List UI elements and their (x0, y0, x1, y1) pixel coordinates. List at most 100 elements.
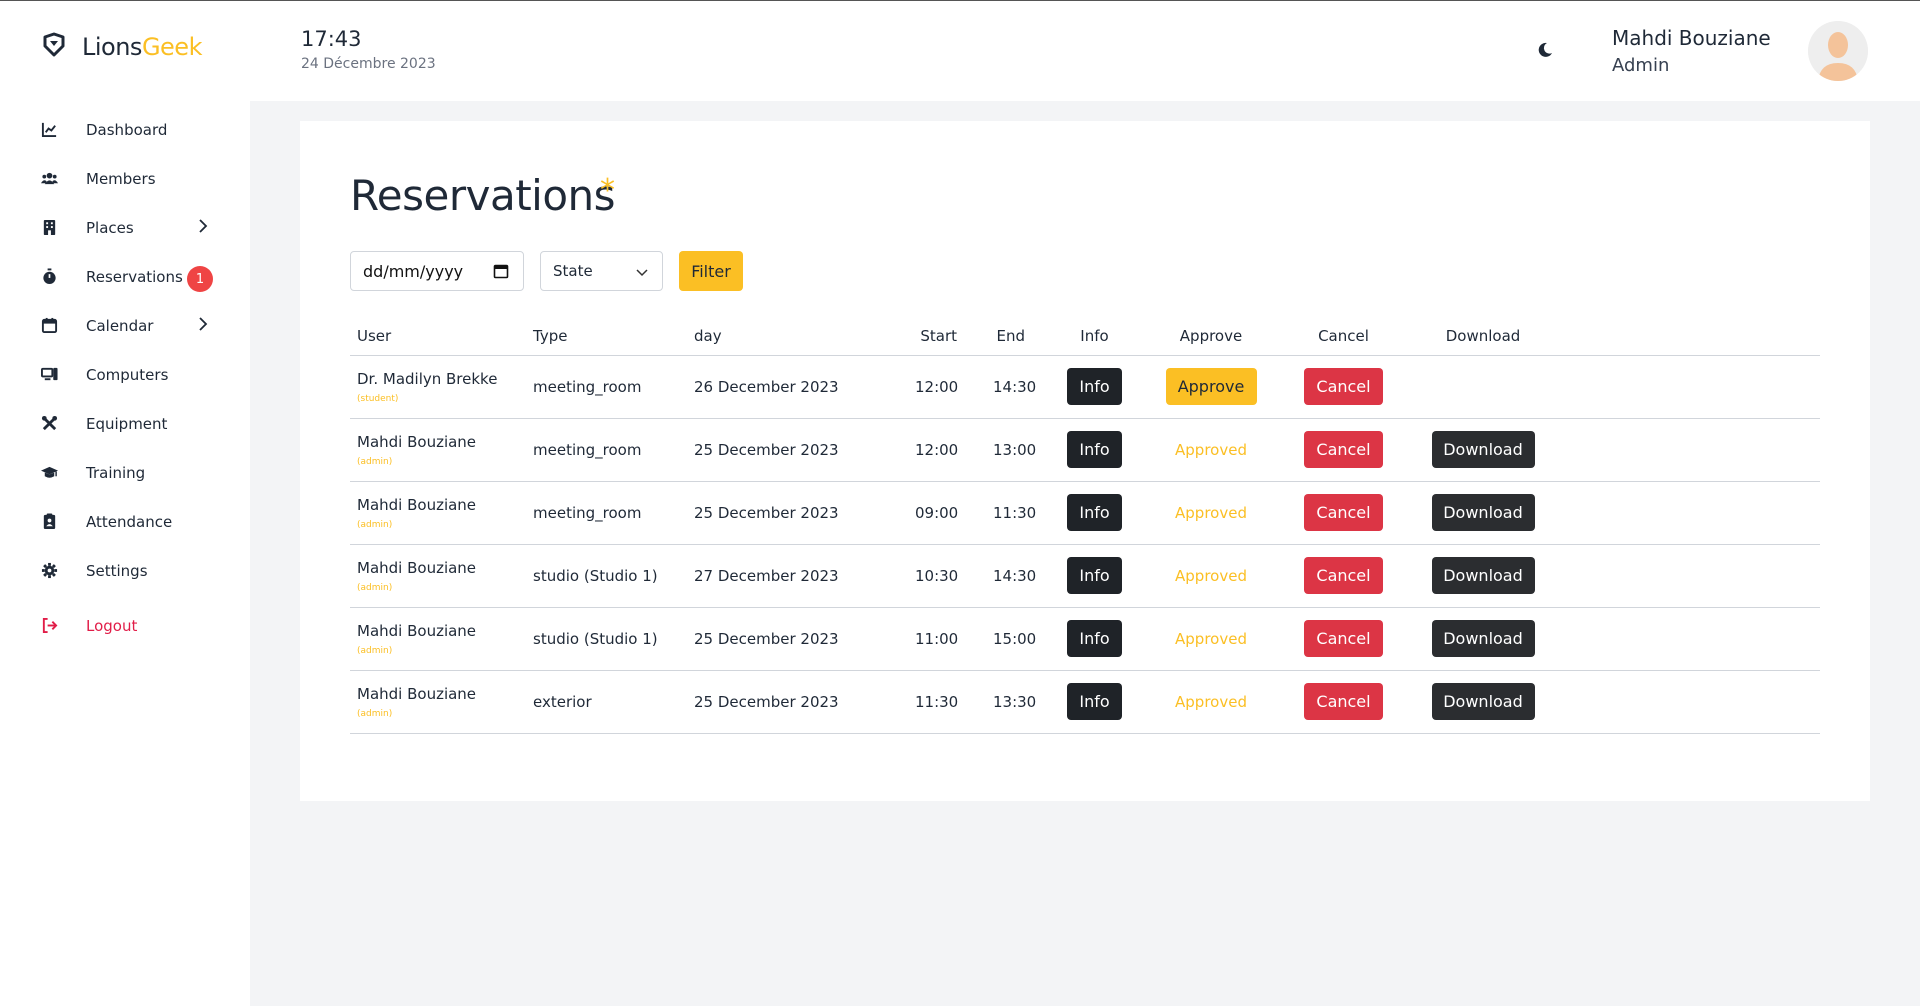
info-button[interactable]: Info (1067, 557, 1122, 594)
sidebar-item-settings[interactable]: Settings (0, 546, 250, 595)
cell-download: Download (1411, 544, 1555, 608)
cell-end: 14:30 (965, 544, 1043, 608)
download-button[interactable]: Download (1431, 557, 1535, 594)
info-button[interactable]: Info (1067, 683, 1122, 720)
download-button[interactable]: Download (1431, 683, 1535, 720)
user-silhouette-icon (1808, 21, 1868, 81)
table-row: Mahdi Bouziane (admin) studio (Studio 1) 27… (350, 544, 1820, 608)
logo[interactable]: LionsGeek (40, 31, 202, 63)
lionsgeek-logo-icon (40, 31, 68, 63)
cell-cancel: Cancel (1276, 418, 1411, 482)
cell-info: Info (1043, 544, 1146, 608)
cell-user: Mahdi Bouziane (admin) (350, 607, 533, 671)
sidebar-item-places[interactable]: Places (0, 203, 250, 252)
cancel-button[interactable]: Cancel (1304, 557, 1383, 594)
cell-download: Download (1411, 607, 1555, 671)
cell-user: Dr. Madilyn Brekke (student) (350, 355, 533, 419)
moon-icon[interactable] (1536, 41, 1554, 59)
cancel-button[interactable]: Cancel (1304, 431, 1383, 468)
cell-day: 25 December 2023 (694, 607, 887, 671)
sidebar-item-attendance[interactable]: Attendance (0, 497, 250, 546)
sidebar-item-label: Equipment (86, 414, 168, 433)
approve-button[interactable]: Approve (1165, 368, 1257, 405)
cell-cancel: Cancel (1276, 481, 1411, 545)
user-name: Mahdi Bouziane (1612, 26, 1771, 50)
cell-approve: Approved (1146, 607, 1276, 671)
cell-end: 13:30 (965, 670, 1043, 734)
cell-info: Info (1043, 670, 1146, 734)
column-header-user: User (350, 317, 533, 356)
sidebar-item-training[interactable]: Training (0, 448, 250, 497)
user-role-tag: (admin) (357, 708, 393, 719)
cell-info: Info (1043, 355, 1146, 419)
cell-start: 10:30 (887, 544, 965, 608)
cell-day: 25 December 2023 (694, 418, 887, 482)
sidebar-item-calendar[interactable]: Calendar (0, 301, 250, 350)
user-role-tag: (student) (357, 393, 399, 404)
page-title: Reservations (350, 171, 616, 220)
cancel-button[interactable]: Cancel (1304, 620, 1383, 657)
column-header-start: Start (887, 317, 965, 356)
tools-icon (40, 415, 58, 433)
cancel-button[interactable]: Cancel (1304, 368, 1383, 405)
cell-type: meeting_room (533, 481, 694, 545)
download-button[interactable]: Download (1431, 620, 1535, 657)
sidebar-item-label: Members (86, 169, 156, 188)
date-filter-input[interactable]: dd/mm/yyyy (350, 251, 524, 291)
cell-start: 11:00 (887, 607, 965, 671)
sidebar-item-label: Training (86, 463, 146, 482)
reservations-card: Reservations * dd/mm/yyyy State Filter U… (300, 121, 1870, 801)
gear-icon (40, 562, 58, 580)
sidebar-item-dashboard[interactable]: Dashboard (0, 105, 250, 154)
clock-time: 17:43 (301, 27, 362, 51)
chevron-right-icon (199, 317, 208, 331)
column-header-approve: Approve (1146, 317, 1276, 356)
cell-type: exterior (533, 670, 694, 734)
cell-spacer (1555, 607, 1820, 671)
sidebar-item-members[interactable]: Members (0, 154, 250, 203)
cell-start: 09:00 (887, 481, 965, 545)
chevron-right-icon (199, 219, 208, 233)
table-row: Mahdi Bouziane (admin) meeting_room 25 Dece… (350, 418, 1820, 482)
cancel-button[interactable]: Cancel (1304, 494, 1383, 531)
sidebar-item-label: Reservations (86, 267, 183, 286)
cell-cancel: Cancel (1276, 670, 1411, 734)
approved-status: Approved (1175, 629, 1247, 648)
cell-approve: Approved (1146, 670, 1276, 734)
state-select[interactable]: State (540, 251, 663, 291)
brand-name-part1: Lions (82, 33, 142, 61)
cell-spacer (1555, 544, 1820, 608)
chart-line-icon (40, 121, 58, 139)
column-header-download: Download (1411, 317, 1555, 356)
cell-cancel: Cancel (1276, 544, 1411, 608)
download-button[interactable]: Download (1431, 431, 1535, 468)
sidebar-item-label: Dashboard (86, 120, 168, 139)
user-name: Mahdi Bouziane (357, 558, 477, 577)
sidebar-item-computers[interactable]: Computers (0, 350, 250, 399)
cell-type: studio (Studio 1) (533, 544, 694, 608)
cell-user: Mahdi Bouziane (admin) (350, 670, 533, 734)
filter-bar: dd/mm/yyyy State Filter (350, 251, 743, 291)
filter-button[interactable]: Filter (679, 251, 743, 291)
sidebar-item-equipment[interactable]: Equipment (0, 399, 250, 448)
sidebar-item-reservations[interactable]: Reservations 1 (0, 252, 250, 301)
cell-end: 13:00 (965, 418, 1043, 482)
approved-status: Approved (1175, 692, 1247, 711)
sidebar-item-label: Attendance (86, 512, 173, 531)
cell-approve: Approved (1146, 544, 1276, 608)
info-button[interactable]: Info (1067, 368, 1122, 405)
cell-type: meeting_room (533, 355, 694, 419)
cancel-button[interactable]: Cancel (1304, 683, 1383, 720)
info-button[interactable]: Info (1067, 431, 1122, 468)
info-button[interactable]: Info (1067, 494, 1122, 531)
info-button[interactable]: Info (1067, 620, 1122, 657)
user-name: Mahdi Bouziane (357, 432, 477, 451)
sidebar-item-logout[interactable]: Logout (0, 601, 250, 650)
chevron-down-icon (636, 269, 648, 277)
avatar[interactable] (1808, 21, 1868, 81)
cell-cancel: Cancel (1276, 607, 1411, 671)
calendar-picker-icon[interactable] (493, 263, 509, 279)
table-row: Mahdi Bouziane (admin) meeting_room 25 Dece… (350, 481, 1820, 545)
download-button[interactable]: Download (1431, 494, 1535, 531)
user-name: Mahdi Bouziane (357, 684, 477, 703)
